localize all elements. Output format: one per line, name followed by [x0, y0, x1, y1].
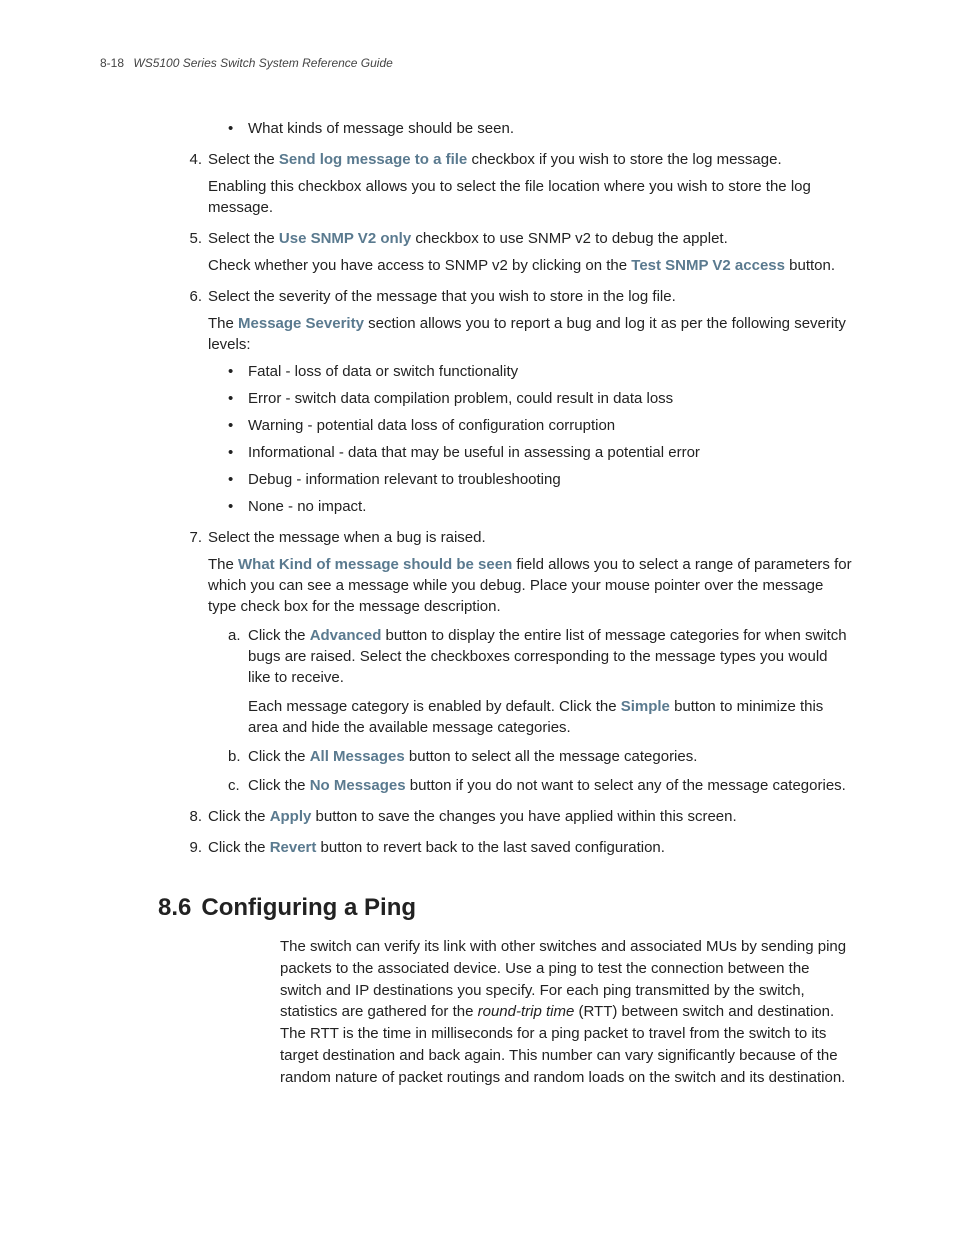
- bullet-item: •Warning - potential data loss of config…: [228, 415, 854, 436]
- emphasis: Advanced: [310, 627, 382, 644]
- bullet-icon: •: [228, 442, 248, 463]
- emphasis: Apply: [270, 808, 312, 825]
- substeps: a. Click the Advanced button to display …: [228, 625, 854, 796]
- step-4: 4. Select the Send log message to a file…: [180, 149, 854, 170]
- body-content: • What kinds of message should be seen. …: [100, 118, 854, 858]
- text: Click the: [208, 808, 270, 825]
- section-title: Configuring a Ping: [201, 894, 416, 922]
- step-number: 6.: [180, 286, 208, 307]
- step-number: 8.: [180, 806, 208, 827]
- step-6: 6. Select the severity of the message th…: [180, 286, 854, 307]
- bullet-icon: •: [228, 361, 248, 382]
- substep-body: Click the Advanced button to display the…: [248, 625, 854, 738]
- section-body: The switch can verify its link with othe…: [280, 936, 854, 1088]
- text: The: [208, 315, 238, 332]
- text: Select the: [208, 230, 279, 247]
- text: button to select all the message categor…: [405, 748, 698, 765]
- substep-label: a.: [228, 625, 248, 738]
- step-body: Select the severity of the message that …: [208, 286, 854, 307]
- bullet-text: None - no impact.: [248, 496, 366, 517]
- bullet-icon: •: [228, 469, 248, 490]
- step-9: 9. Click the Revert button to revert bac…: [180, 837, 854, 858]
- bullet-text: Informational - data that may be useful …: [248, 442, 700, 463]
- section-number: 8.6: [158, 894, 191, 922]
- text: button if you do not want to select any …: [406, 777, 846, 794]
- guide-title: WS5100 Series Switch System Reference Gu…: [133, 56, 392, 70]
- step-number: 7.: [180, 527, 208, 548]
- emphasis: What Kind of message should be seen: [238, 556, 512, 573]
- step-number: 9.: [180, 837, 208, 858]
- step-body: Select the message when a bug is raised.: [208, 527, 854, 548]
- text: Check whether you have access to SNMP v2…: [208, 257, 631, 274]
- severity-bullets: •Fatal - loss of data or switch function…: [228, 361, 854, 517]
- step-5-cont: Check whether you have access to SNMP v2…: [208, 255, 854, 276]
- step-body: Click the Revert button to revert back t…: [208, 837, 854, 858]
- step-7-cont: The What Kind of message should be seen …: [208, 554, 854, 617]
- bullet-icon: •: [228, 388, 248, 409]
- bullet-text: What kinds of message should be seen.: [248, 118, 514, 139]
- text: button to save the changes you have appl…: [311, 808, 736, 825]
- substep-a-cont: Each message category is enabled by defa…: [248, 696, 854, 738]
- step-body: Click the Apply button to save the chang…: [208, 806, 854, 827]
- substep-body: Click the No Messages button if you do n…: [248, 775, 854, 796]
- document-page: 8-18 WS5100 Series Switch System Referen…: [0, 0, 954, 1235]
- emphasis: Message Severity: [238, 315, 364, 332]
- bullet-text: Fatal - loss of data or switch functiona…: [248, 361, 518, 382]
- substep-b: b. Click the All Messages button to sele…: [228, 746, 854, 767]
- bullet-item: •Debug - information relevant to trouble…: [228, 469, 854, 490]
- text: Each message category is enabled by defa…: [248, 698, 621, 715]
- text: Click the: [248, 777, 310, 794]
- text: checkbox to use SNMP v2 to debug the app…: [411, 230, 728, 247]
- bullet-icon: •: [228, 415, 248, 436]
- bullet-text: Debug - information relevant to troubles…: [248, 469, 561, 490]
- page-number: 8-18: [100, 56, 124, 70]
- step-number: 5.: [180, 228, 208, 249]
- substep-c: c. Click the No Messages button if you d…: [228, 775, 854, 796]
- emphasis: All Messages: [310, 748, 405, 765]
- substep-a: a. Click the Advanced button to display …: [228, 625, 854, 738]
- step-body: Select the Use SNMP V2 only checkbox to …: [208, 228, 854, 249]
- emphasis: Revert: [270, 839, 317, 856]
- text: The: [208, 556, 238, 573]
- substep-body: Click the All Messages button to select …: [248, 746, 854, 767]
- text: checkbox if you wish to store the log me…: [467, 151, 781, 168]
- text: Click the: [248, 748, 310, 765]
- page-header: 8-18 WS5100 Series Switch System Referen…: [100, 56, 854, 70]
- emphasis: Send log message to a file: [279, 151, 467, 168]
- step-number: 4.: [180, 149, 208, 170]
- emphasis: Test SNMP V2 access: [631, 257, 785, 274]
- bullet-item: •Error - switch data compilation problem…: [228, 388, 854, 409]
- step-5: 5. Select the Use SNMP V2 only checkbox …: [180, 228, 854, 249]
- bullet-text: Error - switch data compilation problem,…: [248, 388, 673, 409]
- emphasis: Simple: [621, 698, 670, 715]
- text: Click the: [208, 839, 270, 856]
- text: Select the: [208, 151, 279, 168]
- text: button.: [785, 257, 835, 274]
- bullet-item: •Informational - data that may be useful…: [228, 442, 854, 463]
- emphasis: Use SNMP V2 only: [279, 230, 411, 247]
- substep-label: c.: [228, 775, 248, 796]
- bullet-item: •None - no impact.: [228, 496, 854, 517]
- step-6-cont: The Message Severity section allows you …: [208, 313, 854, 355]
- bullet-text: Warning - potential data loss of configu…: [248, 415, 615, 436]
- bullet-icon: •: [228, 118, 248, 139]
- bullet-item: •Fatal - loss of data or switch function…: [228, 361, 854, 382]
- step-8: 8. Click the Apply button to save the ch…: [180, 806, 854, 827]
- italic-text: round-trip time: [478, 1003, 575, 1020]
- intro-bullets: • What kinds of message should be seen.: [228, 118, 854, 139]
- step-7: 7. Select the message when a bug is rais…: [180, 527, 854, 548]
- emphasis: No Messages: [310, 777, 406, 794]
- bullet-icon: •: [228, 496, 248, 517]
- step-body: Select the Send log message to a file ch…: [208, 149, 854, 170]
- substep-label: b.: [228, 746, 248, 767]
- bullet-item: • What kinds of message should be seen.: [228, 118, 854, 139]
- text: button to revert back to the last saved …: [316, 839, 665, 856]
- section-heading: 8.6 Configuring a Ping: [158, 894, 854, 922]
- step-4-cont: Enabling this checkbox allows you to sel…: [208, 176, 854, 218]
- text: Click the: [248, 627, 310, 644]
